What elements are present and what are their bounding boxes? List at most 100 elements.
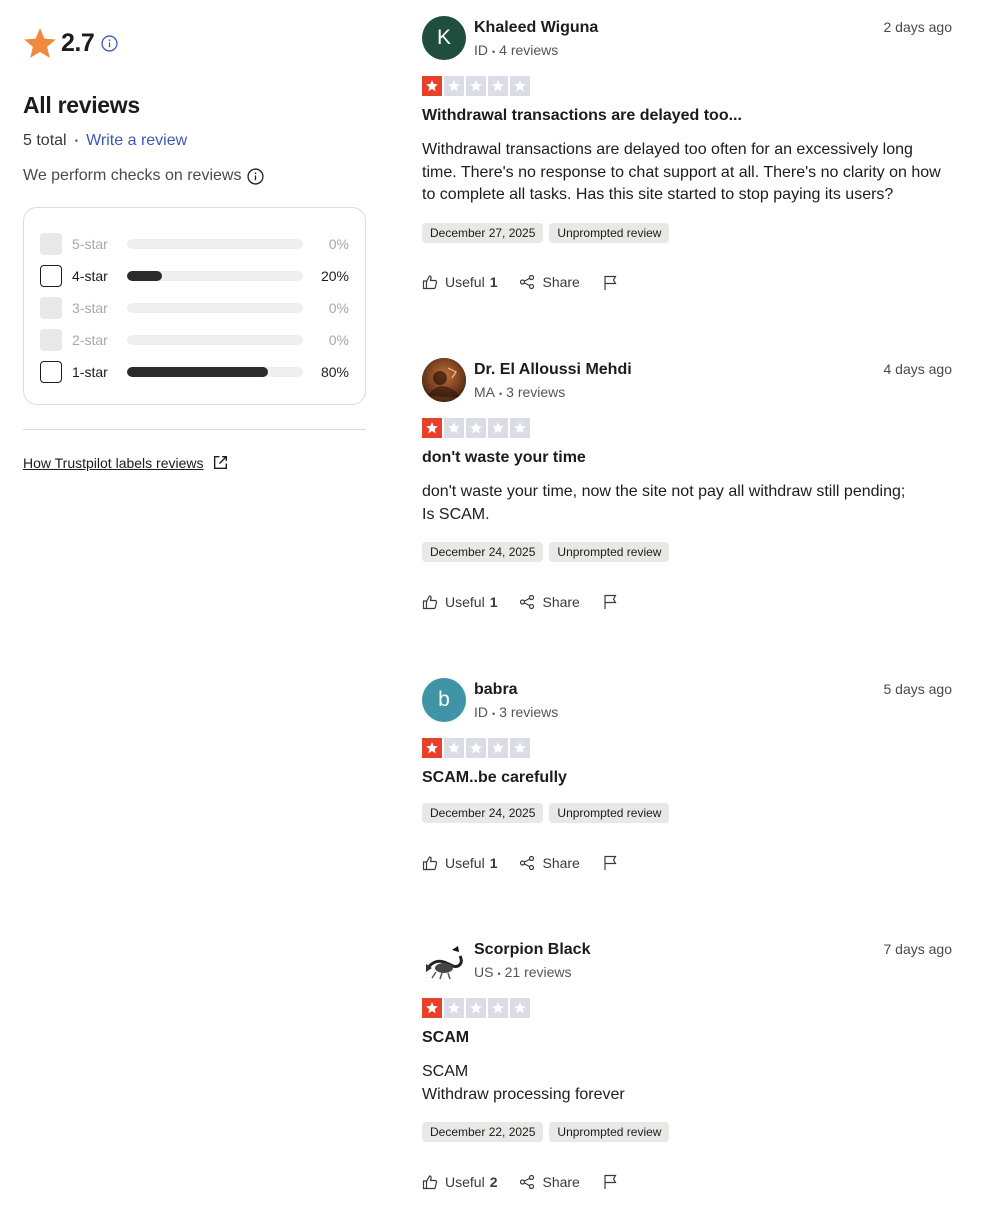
useful-button[interactable]: Useful 1 bbox=[422, 855, 497, 871]
distribution-row[interactable]: 1-star 80% bbox=[40, 356, 349, 388]
reviewer-info: Khaleed Wiguna ID • 4 reviews bbox=[474, 16, 884, 58]
useful-count: 1 bbox=[489, 854, 498, 871]
trustpilot-labels-link[interactable]: How Trustpilot labels reviews bbox=[23, 454, 366, 471]
flag-icon[interactable] bbox=[602, 593, 625, 610]
share-button[interactable]: Share bbox=[519, 274, 580, 290]
useful-button[interactable]: Useful 1 bbox=[422, 594, 497, 610]
star-icon bbox=[510, 998, 530, 1018]
star-filter-checkbox bbox=[40, 297, 62, 319]
review-tags: December 27, 2025 Unprompted review bbox=[422, 222, 952, 243]
review-header: K Khaleed Wiguna ID • 4 reviews 2 days ago bbox=[422, 16, 952, 60]
star-rating bbox=[422, 76, 952, 96]
distribution-label: 2-star bbox=[72, 332, 108, 348]
distribution-percent: 0% bbox=[328, 332, 349, 348]
star-distribution: 5-star 0% 4-star 20% 3-star 0% 2-star 0% 1-star 8… bbox=[23, 207, 366, 405]
write-review-link[interactable]: Write a review bbox=[86, 132, 187, 150]
review-body: Withdrawal transactions are delayed too … bbox=[422, 141, 941, 203]
review-time-ago: 7 days ago bbox=[883, 941, 953, 957]
total-count: 5 total bbox=[23, 132, 67, 149]
share-icon bbox=[520, 274, 535, 290]
reviewer-review-count: 3 reviews bbox=[499, 704, 559, 720]
avatar[interactable] bbox=[422, 938, 466, 982]
review-body: SCAM Withdraw processing forever bbox=[422, 1063, 625, 1103]
useful-button[interactable]: Useful 1 bbox=[422, 274, 497, 290]
distribution-bar bbox=[127, 271, 303, 281]
review-label-badge[interactable]: Unprompted review bbox=[549, 222, 670, 243]
share-label: Share bbox=[542, 274, 580, 290]
distribution-bar bbox=[127, 335, 303, 345]
star-filter-checkbox[interactable] bbox=[40, 265, 62, 287]
review-title[interactable]: don't waste your time bbox=[422, 449, 952, 467]
reviewer-info: Dr. El Alloussi Mehdi MA • 3 reviews bbox=[474, 358, 884, 400]
reviewer-country: MA bbox=[474, 384, 495, 400]
useful-count: 1 bbox=[489, 274, 498, 290]
reviewer-meta: ID • 4 reviews bbox=[474, 42, 884, 58]
avatar[interactable] bbox=[422, 358, 466, 402]
review-label-badge[interactable]: Unprompted review bbox=[549, 1122, 670, 1142]
rating-value: 2.7 bbox=[61, 28, 95, 57]
review-actions: Useful 1 Share bbox=[422, 274, 952, 291]
review-tags: December 24, 2025 Unprompted review bbox=[422, 542, 952, 562]
review-date: December 27, 2025 bbox=[422, 222, 544, 243]
distribution-row[interactable]: 4-star 20% bbox=[40, 260, 349, 292]
useful-button[interactable]: Useful 2 bbox=[422, 1174, 497, 1190]
reviewer-name[interactable]: Khaleed Wiguna bbox=[474, 19, 884, 37]
dot-separator: • bbox=[497, 969, 501, 979]
useful-label: Useful bbox=[445, 274, 485, 290]
review-title[interactable]: SCAM..be carefully bbox=[422, 769, 952, 787]
review-title[interactable]: SCAM bbox=[422, 1029, 952, 1047]
star-filter-checkbox bbox=[40, 329, 62, 351]
dot-separator: • bbox=[492, 709, 496, 719]
reviewer-country: US bbox=[474, 964, 494, 980]
star-icon bbox=[444, 998, 464, 1018]
info-icon[interactable] bbox=[247, 167, 265, 185]
reviewer-meta: MA • 3 reviews bbox=[474, 384, 884, 400]
distribution-bar bbox=[127, 303, 303, 313]
star-icon bbox=[444, 76, 464, 96]
distribution-percent: 0% bbox=[328, 300, 349, 316]
star-filter-checkbox bbox=[40, 233, 62, 255]
review-time-ago: 2 days ago bbox=[883, 19, 953, 35]
star-rating bbox=[422, 418, 952, 438]
star-icon bbox=[488, 998, 508, 1018]
flag-icon[interactable] bbox=[602, 1173, 625, 1190]
review-label-badge[interactable]: Unprompted review bbox=[549, 803, 670, 823]
distribution-row: 5-star 0% bbox=[40, 228, 349, 260]
distribution-percent: 0% bbox=[328, 236, 349, 252]
review-title[interactable]: Withdrawal transactions are delayed too.… bbox=[422, 107, 952, 125]
useful-label: Useful bbox=[445, 854, 485, 871]
star-icon bbox=[510, 418, 530, 438]
star-icon bbox=[466, 76, 486, 96]
reviewer-country: ID bbox=[474, 704, 488, 720]
distribution-label: 4-star bbox=[72, 268, 108, 284]
review-tags: December 22, 2025 Unprompted review bbox=[422, 1122, 952, 1142]
all-reviews-heading: All reviews bbox=[23, 92, 140, 118]
reviewer-name[interactable]: Scorpion Black bbox=[474, 941, 884, 959]
info-icon[interactable] bbox=[101, 34, 118, 52]
flag-icon[interactable] bbox=[602, 274, 625, 291]
reviewer-name[interactable]: Dr. El Alloussi Mehdi bbox=[474, 361, 884, 379]
share-button[interactable]: Share bbox=[519, 855, 580, 871]
avatar[interactable]: b bbox=[422, 678, 466, 722]
share-icon bbox=[520, 594, 535, 609]
distribution-bar bbox=[127, 367, 303, 377]
share-button[interactable]: Share bbox=[519, 1173, 580, 1190]
star-icon bbox=[422, 738, 442, 758]
review-label-badge[interactable]: Unprompted review bbox=[549, 542, 670, 562]
distribution-bar-fill bbox=[127, 367, 268, 377]
dot-separator: • bbox=[499, 389, 503, 399]
avatar[interactable]: K bbox=[422, 16, 466, 60]
review-header: Dr. El Alloussi Mehdi MA • 3 reviews 4 days … bbox=[422, 358, 952, 402]
share-button[interactable]: Share bbox=[519, 594, 580, 610]
reviewer-meta: US • 21 reviews bbox=[474, 964, 884, 980]
review-date: December 24, 2025 bbox=[422, 542, 544, 562]
share-label: Share bbox=[542, 1173, 580, 1190]
reviewer-name[interactable]: babra bbox=[474, 681, 884, 699]
star-icon bbox=[444, 738, 464, 758]
star-icon bbox=[488, 76, 508, 96]
flag-icon[interactable] bbox=[602, 854, 625, 871]
reviewer-review-count: 21 reviews bbox=[504, 964, 572, 980]
star-filter-checkbox[interactable] bbox=[40, 361, 62, 383]
thumbs-up-icon bbox=[422, 1174, 438, 1189]
review-tags: December 24, 2025 Unprompted review bbox=[422, 803, 952, 823]
